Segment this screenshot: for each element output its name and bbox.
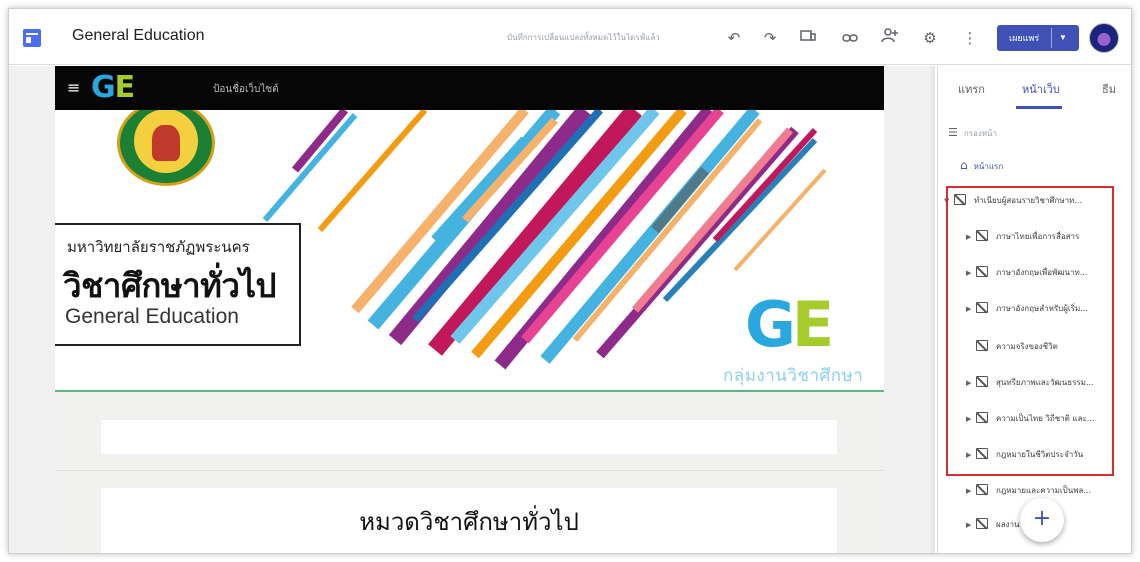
filter-label: กรองหน้า [963, 129, 997, 138]
sites-logo-icon[interactable] [23, 29, 41, 47]
page-label: กฎหมายและความเป็นพล... [996, 486, 1091, 495]
section-divider [55, 470, 884, 471]
site-name-field[interactable]: ป้อนชื่อเว็บไซต์ [213, 82, 279, 97]
add-page-button[interactable]: + [1020, 498, 1064, 542]
filter-pages[interactable]: ☰ กรองหน้า [948, 126, 997, 140]
group-label: กลุ่มงานวิชาศึกษาทั่วไป [723, 366, 864, 386]
tab-pages[interactable]: หน้าเว็บ [1022, 80, 1060, 98]
document-title[interactable]: General Education [72, 27, 205, 45]
redo-icon[interactable]: ↷ [759, 27, 781, 49]
hidden-page-icon [976, 518, 988, 529]
canvas-scrollbar[interactable] [931, 66, 935, 553]
browser-frame: General Education บันทึกการเปลี่ยนแปลงทั… [8, 8, 1132, 554]
publish-separator [1051, 28, 1052, 48]
undo-icon[interactable]: ↶ [723, 27, 745, 49]
page-item-home[interactable]: ⌂ หน้าแรก [960, 158, 1003, 173]
site-header[interactable]: ≡ GE ป้อนชื่อเว็บไซต์ [55, 66, 884, 110]
save-status: บันทึกการเปลี่ยนแปลงทั้งหมดไว้ในไดรฟ์แล้… [507, 33, 660, 42]
share-icon[interactable] [879, 27, 901, 49]
ge-large-letter-e: E [791, 288, 834, 361]
top-bar: General Education บันทึกการเปลี่ยนแปลงทั… [9, 9, 1131, 65]
section-heading[interactable]: หมวดวิชาศึกษาทั่วไป [101, 502, 837, 541]
empty-text-box[interactable] [101, 420, 837, 454]
ge-large-letter-g: G [745, 288, 796, 361]
hero-accent-line [55, 390, 884, 392]
expand-icon[interactable]: ▶ [966, 487, 976, 495]
gened-title-english: General Education [65, 305, 239, 328]
hero-banner[interactable]: มหาวิทยาลัยราชภัฏพระนคร วิชาศึกษาทั่วไป … [55, 110, 884, 392]
link-icon[interactable] [839, 27, 861, 49]
site-page: ≡ GE ป้อนชื่อเว็บไซต์ มหาวิทยาลัยราชภัฏพ… [55, 66, 884, 553]
ge-logo-large: GE [745, 294, 834, 356]
more-icon[interactable]: ⋮ [959, 27, 981, 49]
tab-insert[interactable]: แทรก [958, 80, 985, 98]
publish-button[interactable]: เผยแพร่ ▼ [997, 25, 1079, 51]
home-icon: ⌂ [960, 158, 968, 172]
page-item[interactable]: ▶ กฎหมายและความเป็นพล... [966, 484, 1091, 500]
menu-icon[interactable]: ≡ [67, 78, 80, 97]
logo-letter-g: G [91, 70, 116, 105]
hidden-page-icon [976, 484, 988, 495]
editor-canvas: ≡ GE ป้อนชื่อเว็บไซต์ มหาวิทยาลัยราชภัฏพ… [9, 66, 934, 553]
publish-dropdown-icon[interactable]: ▼ [1059, 25, 1067, 51]
site-logo[interactable]: GE [91, 70, 135, 105]
settings-icon[interactable]: ⚙ [919, 27, 941, 49]
text-box[interactable]: หมวดวิชาศึกษาทั่วไป [101, 488, 837, 553]
title-box: มหาวิทยาลัยราชภัฏพระนคร วิชาศึกษาทั่วไป … [55, 223, 301, 346]
expand-icon[interactable]: ▶ [966, 521, 976, 529]
active-tab-indicator [1016, 106, 1062, 109]
tab-themes[interactable]: ธีม [1102, 80, 1116, 98]
avatar[interactable] [1089, 23, 1119, 53]
panel-tabs: แทรก หน้าเว็บ ธีม [938, 66, 1131, 110]
home-label: หน้าแรก [973, 162, 1004, 171]
highlight-annotation-box [946, 186, 1114, 476]
logo-letter-e: E [114, 70, 135, 105]
side-panel: แทรก หน้าเว็บ ธีม ☰ กรองหน้า ⌂ หน้าแรก ▼ ทำ… [937, 66, 1131, 553]
preview-icon[interactable] [797, 27, 819, 49]
publish-label: เผยแพร่ [1009, 33, 1040, 43]
university-name: มหาวิทยาลัยราชภัฏพระนคร [67, 239, 250, 256]
filter-icon: ☰ [948, 126, 958, 139]
